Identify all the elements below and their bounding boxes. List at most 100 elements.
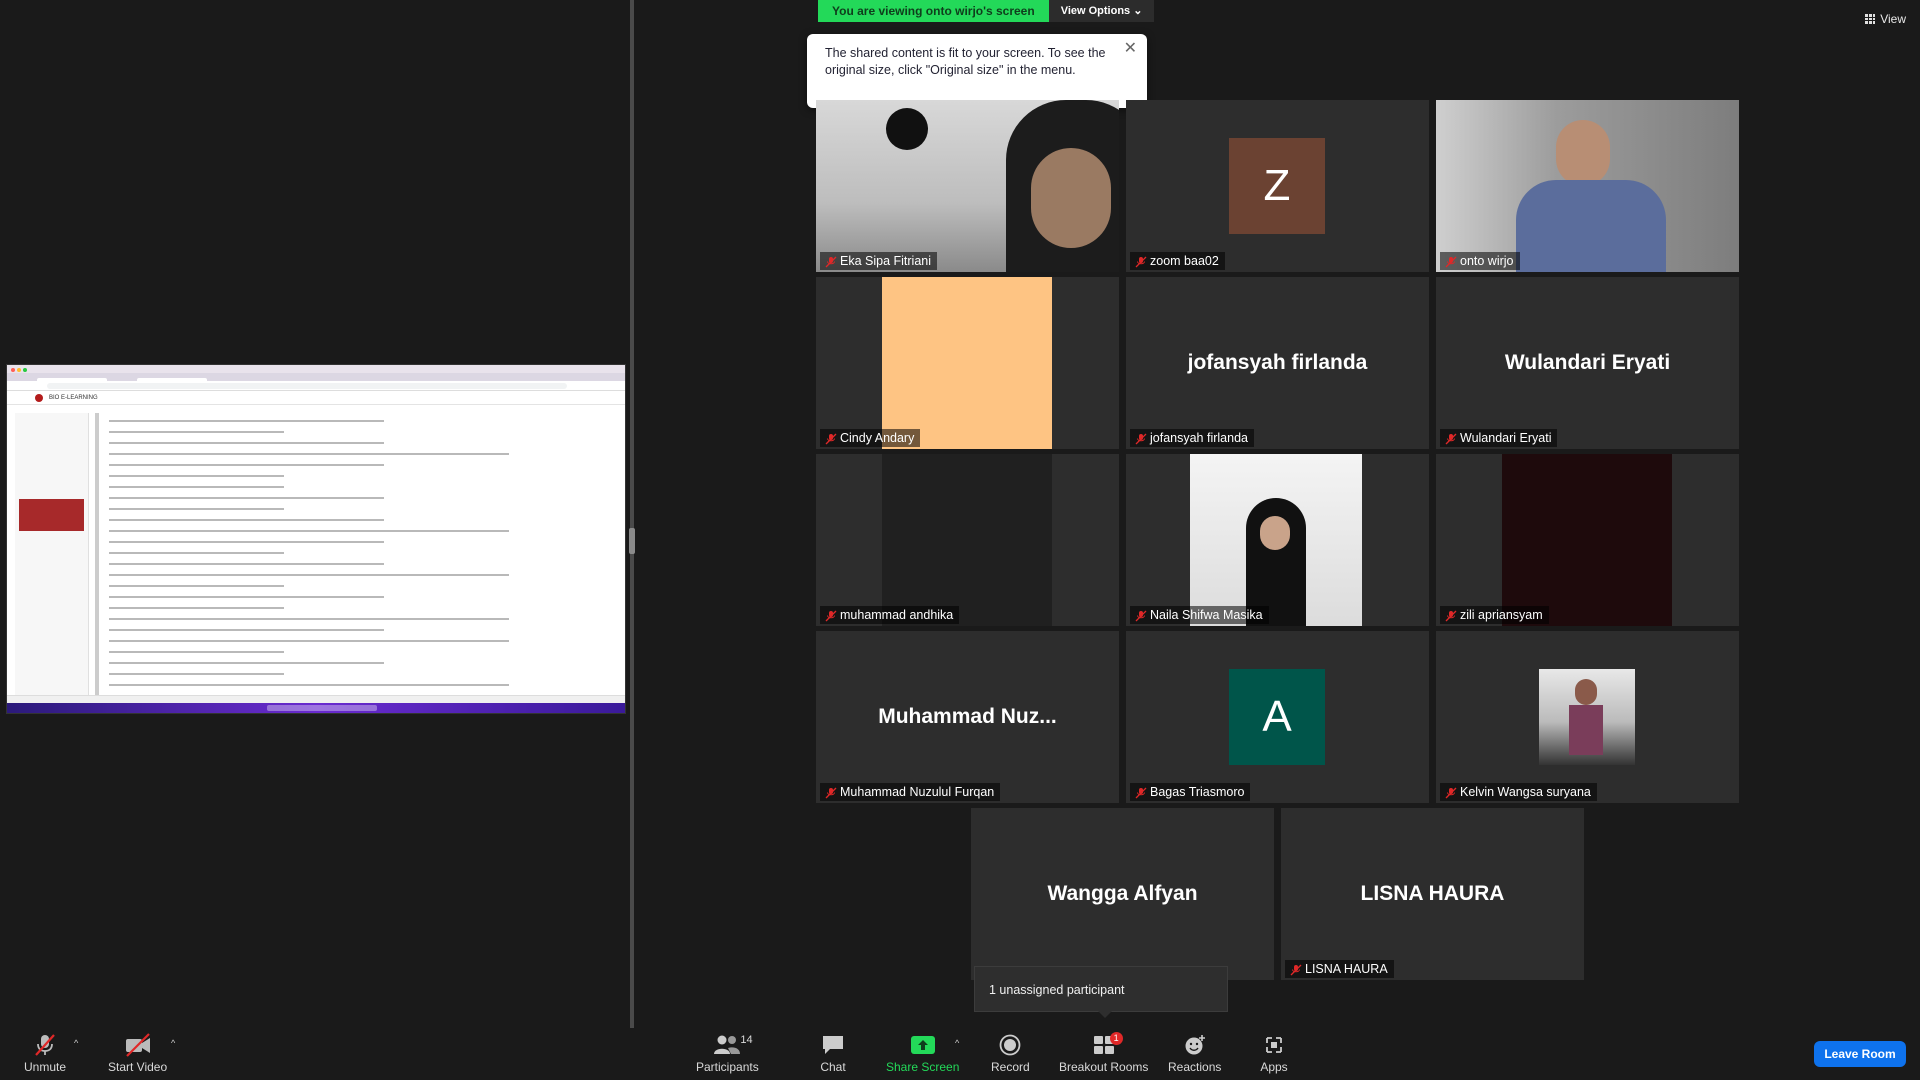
participant-display-name: Muhammad Nuz... [878,705,1057,728]
participants-button[interactable]: 14 Participants [696,1032,759,1074]
close-icon[interactable]: ✕ [1124,40,1137,57]
unmute-button[interactable]: Unmute [24,1032,66,1074]
share-screen-icon [908,1032,938,1058]
participant-name: onto wirjo [1460,254,1514,268]
shared-browser-tabs [7,373,625,386]
participant-tile[interactable]: Kelvin Wangsa suryana [1436,631,1739,803]
apps-button[interactable]: Apps [1259,1032,1289,1074]
muted-mic-icon [1135,255,1147,268]
pane-divider [630,0,634,1028]
participant-tile[interactable]: Eka Sipa Fitriani [816,100,1119,272]
participant-tile[interactable]: jofansyah firlanda jofansyah firlanda [1126,277,1429,449]
record-icon [995,1032,1025,1058]
participant-tile[interactable]: LISNA HAURA LISNA HAURA [1281,808,1584,980]
participants-icon: 14 [712,1032,753,1058]
shared-dock [7,703,625,713]
view-options-label: View Options [1060,5,1131,17]
participant-name-label: Kelvin Wangsa suryana [1440,783,1597,801]
start-video-button[interactable]: Start Video [108,1032,167,1074]
participant-name-label: Naila Shifwa Masika [1130,606,1269,624]
unassigned-participant-toast[interactable]: 1 unassigned participant [974,966,1228,1018]
participant-name-label: muhammad andhika [820,606,960,624]
pane-resize-handle[interactable] [629,528,635,554]
muted-mic-icon [30,1032,60,1058]
participant-name-label: Muhammad Nuzulul Furqan [820,783,1001,801]
muted-mic-icon [825,786,837,799]
participant-display-name: Wulandari Eryati [1504,351,1671,374]
participant-tile[interactable]: Wangga Alfyan [971,808,1274,980]
muted-mic-icon [1445,255,1457,268]
participant-name: muhammad andhika [840,608,954,622]
share-screen-label: Share Screen [886,1060,960,1074]
muted-mic-icon [1445,609,1457,622]
view-button[interactable]: View [1865,12,1906,26]
zoom-meeting-window: BIO E-LEARNING You are viewing onto wirj… [0,0,1920,1080]
participant-video [882,277,1052,449]
chat-button[interactable]: Chat [818,1032,848,1074]
participant-tile[interactable]: muhammad andhika [816,454,1119,626]
breakout-rooms-button[interactable]: 1 Breakout Rooms [1059,1032,1148,1074]
tooltip-text: The shared content is fit to your screen… [825,46,1106,77]
participant-tile[interactable]: Muhammad Nuz... Muhammad Nuzulul Furqan [816,631,1119,803]
unmute-label: Unmute [24,1060,67,1074]
apps-label: Apps [1260,1060,1288,1074]
participant-name: Muhammad Nuzulul Furqan [840,785,995,799]
shared-document-text [109,411,609,701]
view-label: View [1880,12,1906,26]
participant-name: zili apriansyam [1460,608,1543,622]
participant-avatar: A [1229,669,1325,765]
shared-menu-bar [7,365,625,373]
participant-name: zoom baa02 [1150,254,1219,268]
participant-name-label: zoom baa02 [1130,252,1225,270]
apps-icon [1259,1032,1289,1058]
chat-label: Chat [820,1060,846,1074]
participant-name-label: Cindy Andary [820,429,921,447]
breakout-notification-badge: 1 [1109,1032,1123,1045]
participant-tile[interactable]: Naila Shifwa Masika [1126,454,1429,626]
reactions-button[interactable]: Reactions [1168,1032,1221,1074]
participant-name-label: Bagas Triasmoro [1130,783,1251,801]
reactions-label: Reactions [1168,1060,1222,1074]
participant-tile[interactable]: Wulandari Eryati Wulandari Eryati [1436,277,1739,449]
participant-name: Kelvin Wangsa suryana [1460,785,1591,799]
participant-tile[interactable]: Cindy Andary [816,277,1119,449]
toast-text: 1 unassigned participant [989,983,1125,997]
participant-tile[interactable]: zili apriansyam [1436,454,1739,626]
fit-to-screen-tooltip: The shared content is fit to your screen… [807,34,1147,108]
participant-name: Cindy Andary [840,431,915,445]
site-logo-icon [35,394,43,402]
share-screen-button[interactable]: Share Screen [886,1032,959,1074]
participant-name-label: Eka Sipa Fitriani [820,252,938,270]
participant-photo [1539,669,1635,765]
participant-tile[interactable]: onto wirjo [1436,100,1739,272]
participant-display-name: Wangga Alfyan [1047,882,1198,905]
muted-mic-icon [825,255,837,268]
participant-tile[interactable]: A Bagas Triasmoro [1126,631,1429,803]
shared-screen-content[interactable]: BIO E-LEARNING [6,364,626,714]
participant-name-label: onto wirjo [1440,252,1520,270]
video-off-icon [123,1032,153,1058]
view-options-button[interactable]: View Options ⌄ [1048,0,1155,22]
participant-tile[interactable]: Zzoom baa02 [1126,100,1429,272]
participant-name-label: LISNA HAURA [1285,960,1394,978]
breakout-rooms-icon: 1 [1089,1032,1123,1058]
participant-count: 14 [740,1034,753,1046]
participant-video [1190,454,1362,626]
muted-mic-icon [825,432,837,445]
participant-video [1502,454,1672,626]
avatar-initial: Z [1263,161,1291,210]
participant-name: Naila Shifwa Masika [1150,608,1263,622]
breakout-rooms-label: Breakout Rooms [1059,1060,1149,1074]
leave-room-button[interactable]: Leave Room [1814,1041,1906,1067]
shared-site-title: BIO E-LEARNING [49,395,98,401]
muted-mic-icon [825,609,837,622]
record-button[interactable]: Record [991,1032,1030,1074]
shared-scrollbar [95,413,99,698]
video-options-caret-icon[interactable]: ^ [171,1038,175,1048]
participant-video [816,100,1119,272]
share-options-caret-icon[interactable]: ^ [955,1038,959,1048]
smiley-plus-icon [1180,1032,1210,1058]
muted-mic-icon [1135,609,1147,622]
audio-options-caret-icon[interactable]: ^ [74,1038,78,1048]
avatar-initial: A [1262,692,1292,741]
